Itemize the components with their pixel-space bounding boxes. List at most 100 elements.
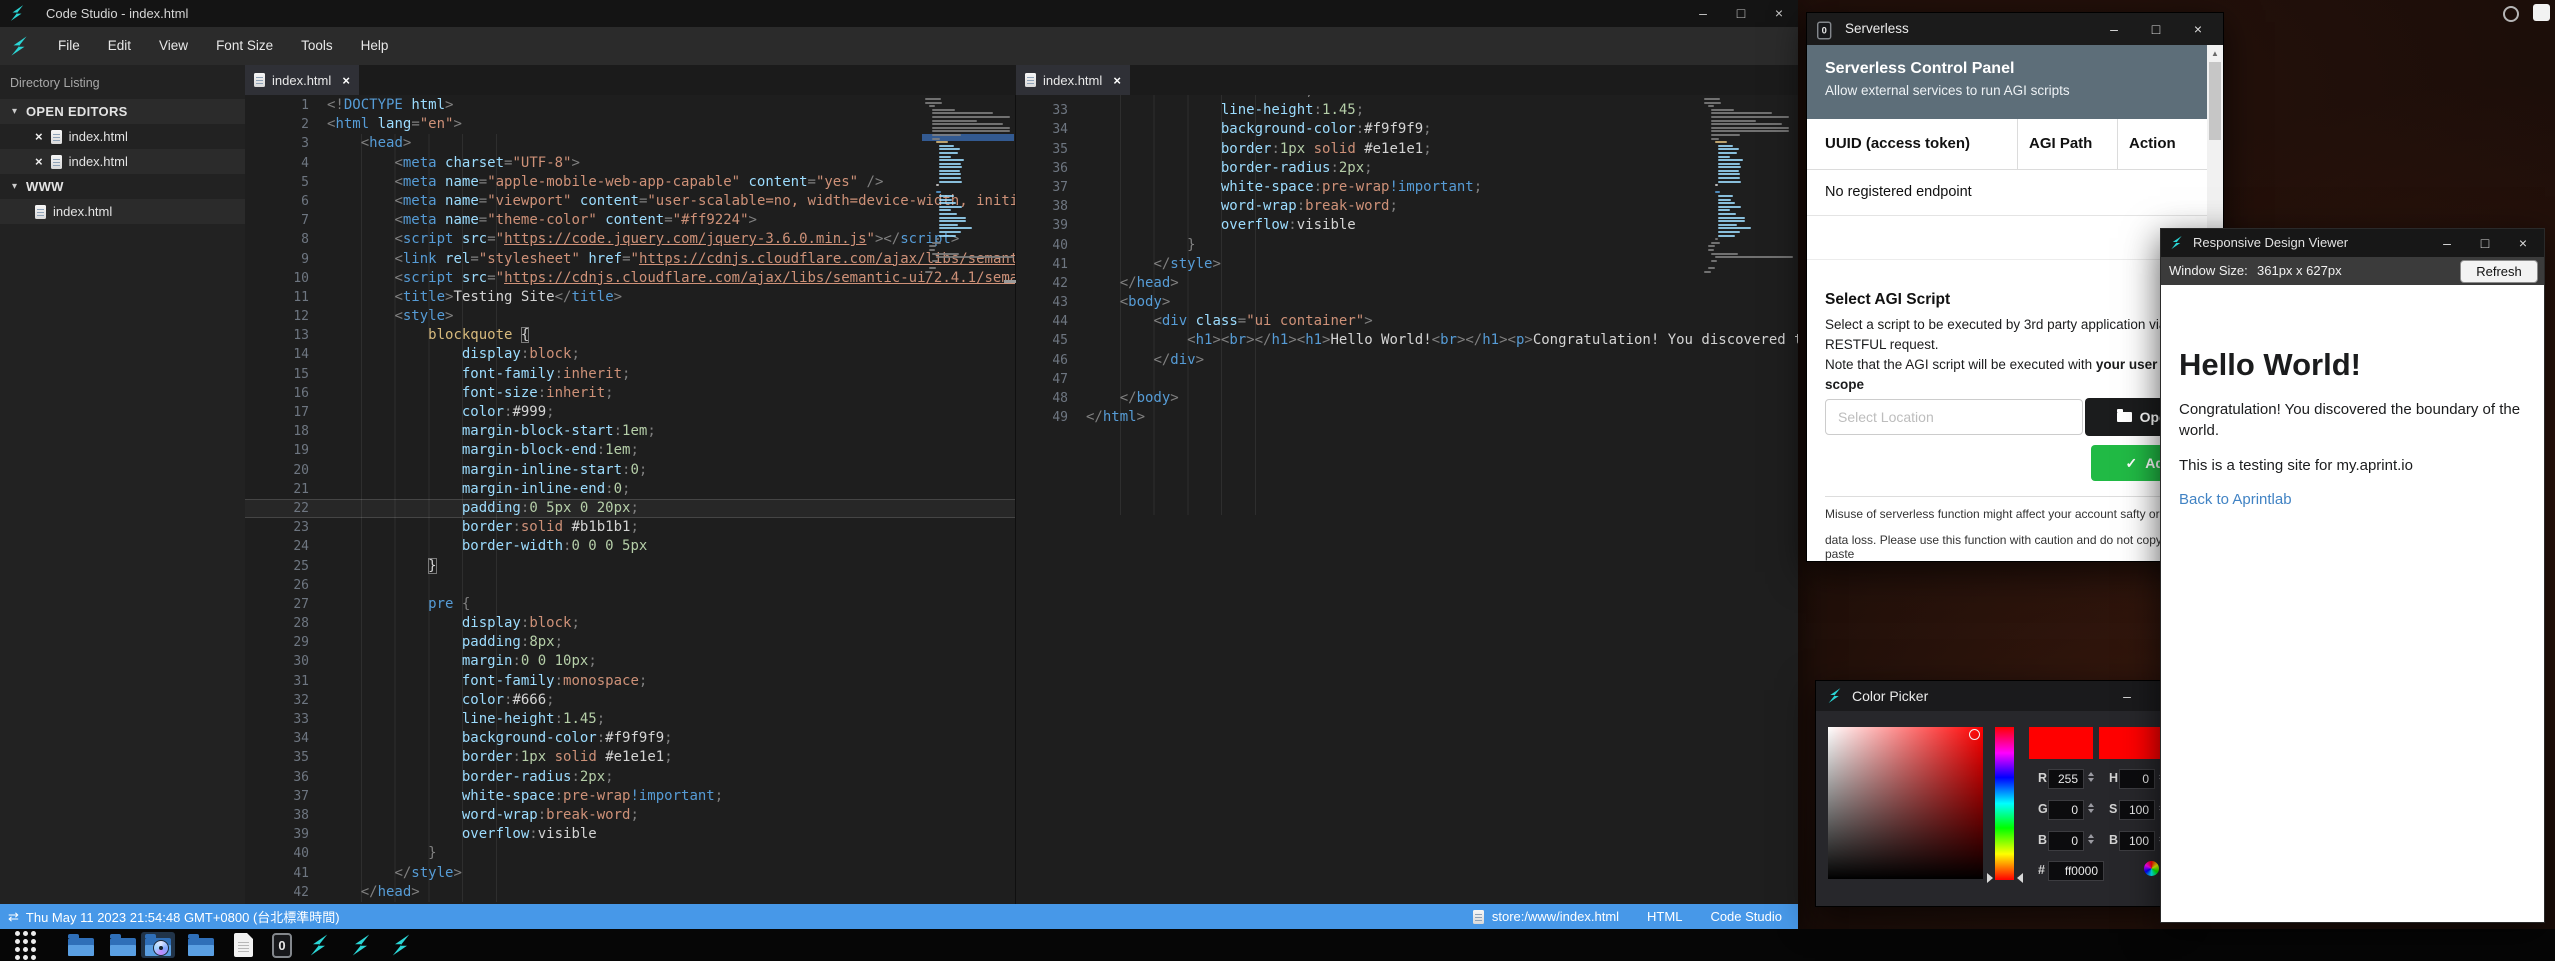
code-line[interactable]: 34 background-color:#f9f9f9; bbox=[1016, 120, 1798, 139]
code-line[interactable]: 36 border-radius:2px; bbox=[1016, 159, 1798, 178]
title-bar[interactable]: 0 Serverless – □ × bbox=[1807, 13, 2223, 45]
taskbar-item-code-studio-logo[interactable] bbox=[344, 932, 378, 958]
code-lines[interactable]: 1<!DOCTYPE html>2<html lang="en">3 <head… bbox=[245, 96, 1015, 902]
taskbar-item-code-studio-logo[interactable] bbox=[302, 932, 336, 958]
code-line[interactable]: 17 color:#999; bbox=[245, 403, 1015, 422]
code-line[interactable]: 37 white-space:pre-wrap!important; bbox=[245, 787, 1015, 806]
code-line[interactable]: 24 border-width:0 0 0 5px bbox=[245, 537, 1015, 556]
menu-view[interactable]: View bbox=[145, 27, 202, 65]
tab-index-html-right[interactable]: index.html × bbox=[1016, 65, 1130, 95]
minimap[interactable] bbox=[925, 98, 1011, 274]
code-line[interactable]: 21 margin-inline-end:0; bbox=[245, 480, 1015, 499]
code-line[interactable]: 39 overflow:visible bbox=[1016, 216, 1798, 235]
maximize-button[interactable]: □ bbox=[1722, 0, 1760, 27]
code-line[interactable]: 49</html> bbox=[1016, 408, 1798, 427]
code-line[interactable]: 45 <h1><br></h1><h1>Hello World!<br></h1… bbox=[1016, 331, 1798, 350]
code-line[interactable]: 46 </div> bbox=[1016, 351, 1798, 370]
tab-close-icon[interactable]: × bbox=[1113, 73, 1121, 88]
stepper-arrows[interactable] bbox=[2088, 803, 2094, 813]
taskbar-item-folder-disc[interactable] bbox=[141, 932, 175, 958]
scroll-up-icon[interactable]: ▲ bbox=[2207, 45, 2223, 58]
code-line[interactable]: 48 </body> bbox=[1016, 389, 1798, 408]
title-bar[interactable]: Color Picker – bbox=[1816, 681, 2169, 711]
script-location-input[interactable] bbox=[1825, 399, 2083, 435]
code-line[interactable]: 36 border-radius:2px; bbox=[245, 768, 1015, 787]
code-line[interactable]: 29 padding:8px; bbox=[245, 633, 1015, 652]
code-line[interactable]: 1<!DOCTYPE html> bbox=[245, 96, 1015, 115]
hue-slider[interactable] bbox=[1995, 727, 2014, 880]
maximize-button[interactable]: □ bbox=[2466, 229, 2504, 257]
taskbar-item-usb-drive[interactable]: 0 bbox=[265, 932, 299, 958]
code-line[interactable]: 40 } bbox=[1016, 236, 1798, 255]
editor-pane-right[interactable]: 32 color:#666;33 line-height:1.45;34 bac… bbox=[1016, 95, 1798, 904]
close-icon[interactable]: × bbox=[35, 154, 43, 169]
code-line[interactable]: 19 margin-block-end:1em; bbox=[245, 441, 1015, 460]
code-line[interactable]: 11 <title>Testing Site</title> bbox=[245, 288, 1015, 307]
code-line[interactable]: 6 <meta name="viewport" content="user-sc… bbox=[245, 192, 1015, 211]
close-button[interactable]: × bbox=[1760, 0, 1798, 27]
code-line[interactable]: 42 </head> bbox=[1016, 274, 1798, 293]
code-line[interactable]: 30 margin:0 0 10px; bbox=[245, 652, 1015, 671]
code-line[interactable]: 26 bbox=[245, 576, 1015, 595]
saturation-field[interactable] bbox=[1828, 727, 1983, 879]
desktop-widget-icon[interactable] bbox=[2533, 4, 2550, 21]
title-bar[interactable]: Responsive Design Viewer – □ × bbox=[2161, 229, 2544, 257]
code-line[interactable]: 33 line-height:1.45; bbox=[245, 710, 1015, 729]
code-line[interactable]: 4 <meta charset="UTF-8"> bbox=[245, 154, 1015, 173]
code-line[interactable]: 31 font-family:monospace; bbox=[245, 672, 1015, 691]
minimize-button[interactable]: – bbox=[2428, 229, 2466, 257]
sidebar-file-item[interactable]: ×index.html bbox=[0, 149, 245, 174]
code-line[interactable]: 2<html lang="en"> bbox=[245, 115, 1015, 134]
field-value-b[interactable]: 100 bbox=[2119, 831, 2155, 851]
close-button[interactable]: × bbox=[2504, 229, 2542, 257]
code-line[interactable]: 22 padding:0 5px 0 20px; bbox=[245, 499, 1015, 518]
code-line[interactable]: 39 overflow:visible bbox=[245, 825, 1015, 844]
taskbar-item-document[interactable] bbox=[226, 932, 260, 958]
field-value-b[interactable]: 0 bbox=[2048, 831, 2084, 851]
sidebar-section-open-editors[interactable]: ▾OPEN EDITORS bbox=[0, 99, 245, 124]
taskbar-item-folder[interactable] bbox=[184, 932, 218, 958]
field-value-r[interactable]: 255 bbox=[2048, 769, 2084, 789]
code-line[interactable]: 18 margin-block-start:1em; bbox=[245, 422, 1015, 441]
stepper-arrows[interactable] bbox=[2088, 834, 2094, 844]
code-line[interactable]: 10 <script src="https://cdnjs.cloudflare… bbox=[245, 269, 1015, 288]
code-line[interactable]: 40 } bbox=[245, 844, 1015, 863]
sidebar-section-www[interactable]: ▾WWW bbox=[0, 174, 245, 199]
code-line[interactable]: 15 font-family:inherit; bbox=[245, 365, 1015, 384]
taskbar-item-apps-grid[interactable] bbox=[8, 932, 42, 958]
code-line[interactable]: 20 margin-inline-start:0; bbox=[245, 461, 1015, 480]
code-line[interactable]: 47 bbox=[1016, 370, 1798, 389]
close-button[interactable]: × bbox=[2177, 13, 2219, 45]
minimize-button[interactable]: – bbox=[2112, 681, 2142, 711]
sidebar-file-item[interactable]: index.html bbox=[0, 199, 245, 224]
color-wheel-icon[interactable] bbox=[2144, 861, 2159, 876]
field-value-h[interactable]: 0 bbox=[2119, 769, 2155, 789]
code-line[interactable]: 35 border:1px solid #e1e1e1; bbox=[1016, 140, 1798, 159]
code-line[interactable]: 8 <script src="https://code.jquery.com/j… bbox=[245, 230, 1015, 249]
code-line[interactable]: 25 } bbox=[245, 557, 1015, 576]
code-line[interactable]: 23 border:solid #b1b1b1; bbox=[245, 518, 1015, 537]
hex-input[interactable]: ff0000 bbox=[2048, 861, 2104, 881]
scrollbar-thumb[interactable] bbox=[2209, 62, 2221, 140]
code-line[interactable]: 33 line-height:1.45; bbox=[1016, 101, 1798, 120]
minimap[interactable] bbox=[1704, 98, 1788, 274]
code-line[interactable]: 38 word-wrap:break-word; bbox=[1016, 197, 1798, 216]
menu-tools[interactable]: Tools bbox=[287, 27, 347, 65]
code-line[interactable]: 7 <meta name="theme-color" content="#ff9… bbox=[245, 211, 1015, 230]
menu-help[interactable]: Help bbox=[347, 27, 403, 65]
code-line[interactable]: 27 pre { bbox=[245, 595, 1015, 614]
tab-index-html-left[interactable]: index.html × bbox=[245, 65, 359, 95]
code-line[interactable]: 38 word-wrap:break-word; bbox=[245, 806, 1015, 825]
code-line[interactable]: 41 </style> bbox=[1016, 255, 1798, 274]
maximize-button[interactable]: □ bbox=[2135, 13, 2177, 45]
field-value-s[interactable]: 100 bbox=[2119, 800, 2155, 820]
code-line[interactable]: 16 font-size:inherit; bbox=[245, 384, 1015, 403]
code-line[interactable]: 5 <meta name="apple-mobile-web-app-capab… bbox=[245, 173, 1015, 192]
menu-font-size[interactable]: Font Size bbox=[202, 27, 287, 65]
field-value-g[interactable]: 0 bbox=[2048, 800, 2084, 820]
taskbar-item-folder[interactable] bbox=[64, 932, 98, 958]
color-selector-ring[interactable] bbox=[1969, 729, 1980, 740]
back-to-aprintlab-link[interactable]: Back to Aprintlab bbox=[2179, 491, 2292, 508]
menu-edit[interactable]: Edit bbox=[94, 27, 145, 65]
status-app-name[interactable]: Code Studio bbox=[1710, 909, 1782, 924]
